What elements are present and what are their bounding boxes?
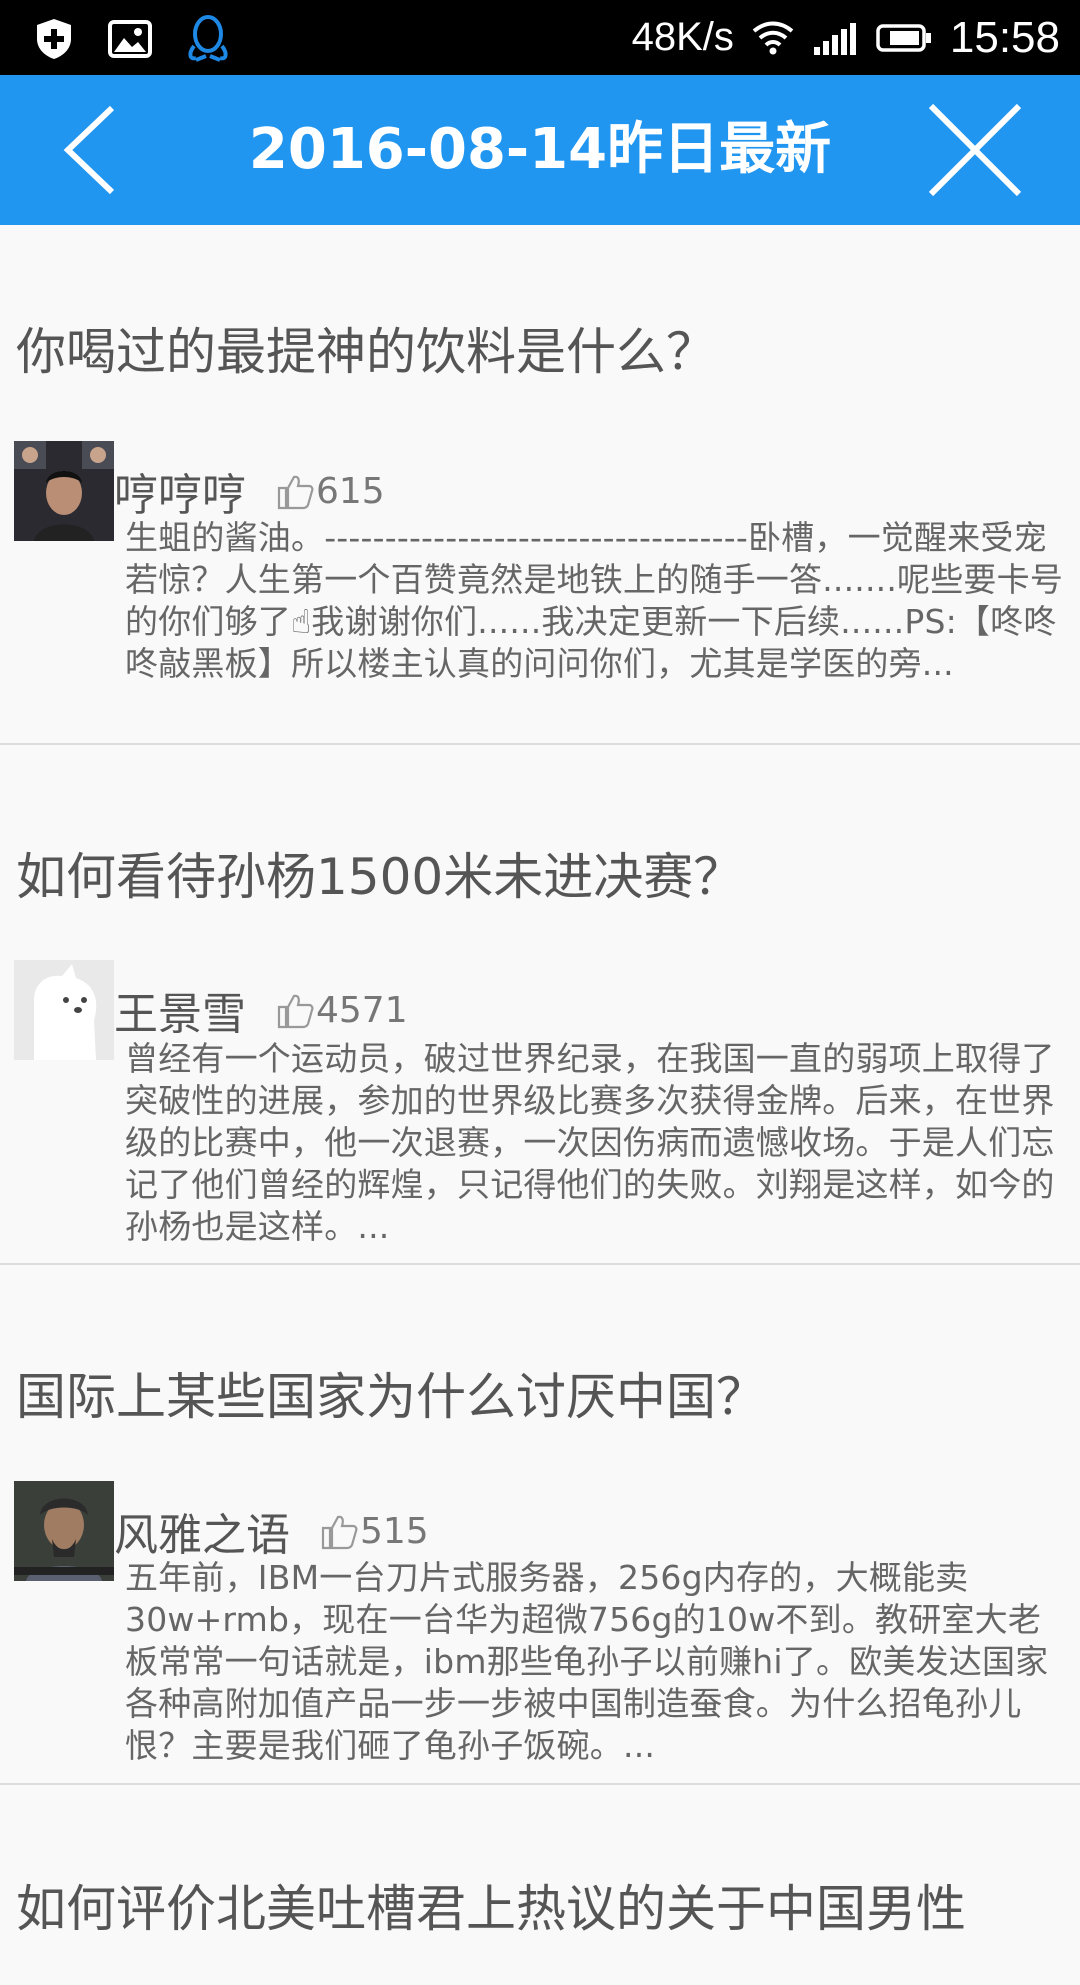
question-title[interactable]: 国际上某些国家为什么讨厌中国？ bbox=[16, 1357, 766, 1429]
like-count: 515 bbox=[320, 1511, 429, 1552]
qq-penguin-icon bbox=[188, 15, 228, 62]
like-count: 4571 bbox=[276, 990, 408, 1031]
answer-excerpt[interactable]: 生蛆的酱油。----------------------------------… bbox=[125, 517, 1065, 685]
author-name[interactable]: 王景雪 bbox=[114, 978, 246, 1042]
status-bar: 48K/s 15:58 bbox=[0, 0, 1080, 75]
close-icon bbox=[928, 103, 1022, 197]
question-title[interactable]: 如何评价北美吐槽君上热议的关于中国男性 bbox=[16, 1869, 966, 1941]
battery-icon bbox=[876, 23, 931, 52]
question-title[interactable]: 如何看待孙杨1500米未进决赛？ bbox=[16, 837, 743, 909]
feed-item[interactable]: 如何看待孙杨1500米未进决赛？ 王景雪 4571 曾经有一个运动员，破过世界纪… bbox=[0, 745, 1080, 1265]
close-button[interactable] bbox=[925, 102, 1025, 198]
avatar[interactable] bbox=[14, 441, 114, 541]
network-speed: 48K/s bbox=[631, 15, 734, 59]
answer-excerpt[interactable]: 曾经有一个运动员，破过世界纪录，在我国一直的弱项上取得了突破性的进展，参加的世界… bbox=[125, 1038, 1065, 1248]
author-name[interactable]: 风雅之语 bbox=[114, 1499, 290, 1563]
thumbs-up-icon bbox=[321, 1515, 358, 1550]
like-count: 615 bbox=[276, 471, 385, 512]
shield-plus-icon bbox=[37, 19, 71, 59]
page-title: 2016-08-14昨日最新 bbox=[248, 117, 832, 182]
question-title[interactable]: 你喝过的最提神的饮料是什么？ bbox=[16, 312, 716, 384]
feed-item[interactable]: 你喝过的最提神的饮料是什么？ 哼哼哼 615 生蛆的酱油。-----------… bbox=[0, 225, 1080, 745]
signal-icon bbox=[813, 22, 856, 55]
avatar[interactable] bbox=[14, 1481, 114, 1581]
like-count-value: 515 bbox=[360, 1510, 429, 1552]
clock: 15:58 bbox=[949, 12, 1060, 62]
feed-item[interactable]: 国际上某些国家为什么讨厌中国？ 风雅之语 515 五年前，IBM一台刀片式服务器… bbox=[0, 1265, 1080, 1785]
author-name[interactable]: 哼哼哼 bbox=[114, 459, 246, 523]
answer-excerpt[interactable]: 五年前，IBM一台刀片式服务器，256g内存的，大概能卖30w+rmb，现在一台… bbox=[125, 1557, 1065, 1767]
avatar[interactable] bbox=[14, 960, 114, 1060]
thumbs-up-icon bbox=[277, 475, 314, 510]
feed-list: 你喝过的最提神的饮料是什么？ 哼哼哼 615 生蛆的酱油。-----------… bbox=[0, 225, 1080, 1985]
thumbs-up-icon bbox=[277, 994, 314, 1029]
like-count-value: 615 bbox=[316, 470, 385, 512]
title-bar: 2016-08-14昨日最新 bbox=[0, 75, 1080, 225]
wifi-icon bbox=[752, 21, 794, 54]
like-count-value: 4571 bbox=[316, 989, 408, 1031]
feed-item[interactable]: 如何评价北美吐槽君上热议的关于中国男性 bbox=[0, 1785, 1080, 1985]
image-icon bbox=[108, 20, 152, 58]
